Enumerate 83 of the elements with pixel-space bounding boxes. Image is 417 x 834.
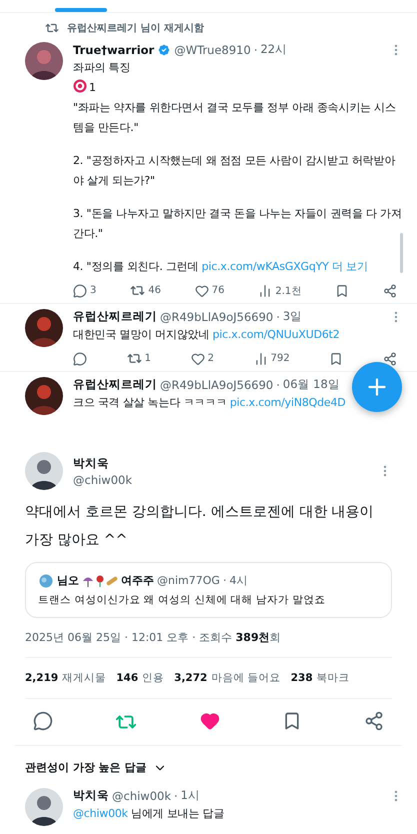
share-button[interactable] [382,352,397,366]
post-time: 22시 [260,42,288,57]
reply-button[interactable]: 3 [73,284,96,298]
like-count: 2 [208,353,214,364]
share-button[interactable] [364,711,384,733]
post-text: 4. "정의를 외친다. 그런데 pic.x.com/wKAsGXGqYY 더 보기 [73,260,368,273]
scrollbar[interactable] [400,233,403,273]
share-button[interactable] [382,284,397,298]
post-time: 3일 [282,309,302,324]
avatar[interactable] [25,377,63,415]
repost-icon [130,283,146,298]
like-count: 76 [212,285,225,296]
engagement-stat[interactable]: 146 인용 [116,671,164,685]
author-name: 님오 [57,573,79,588]
bookmark-button[interactable] [329,352,344,366]
bar-chart-icon [258,284,272,298]
post-text: 3. "돈을 나누자고 말하지만 결국 돈을 나누는 자들이 권력을 다 가져간다." [73,207,402,240]
author-name[interactable]: 유럽산찌르레기 [73,309,157,324]
quoted-post[interactable]: 님오 여주주 @nim77OG · 4시 트랜스 여성이신가요 왜 여성의 신체에 대해 남자가 말얹죠 [25,562,392,618]
post-text: "좌파는 약자를 위한다면서 결국 모두를 정부 아래 종속시키는 시스템을 만든다." [73,101,396,134]
view-count: 2.1천 [275,284,302,298]
post-text: 2. "공정하자고 시작했는데 왜 점점 모든 사람이 감시받고 허락받아야 살게 되는가?" [73,154,396,187]
author-handle: @chiw00k [112,788,172,802]
post-text: 좌파의 특징 [73,61,130,74]
bar-chart-icon [254,352,268,366]
author-handle: @chiw00k [73,472,134,486]
emoji-icons [82,574,118,588]
heart-icon [190,352,205,366]
engagement-stat[interactable]: 2,219 재게시물 [25,671,106,685]
quoted-text: 트랜스 여성이신가요 왜 여성의 신체에 대해 남자가 말얹죠 [38,593,326,607]
views-button[interactable]: 792 [254,352,290,366]
repost-count: 46 [148,285,161,296]
reply-count: 3 [90,285,96,296]
reply-button[interactable] [33,711,53,733]
avatar[interactable] [25,452,63,490]
author-handle: @R49bLlA9oJ56690 [160,310,274,324]
speech-bubble-icon [73,352,87,366]
author-name[interactable]: 박치욱 [73,456,368,470]
bookmark-button[interactable] [335,284,350,298]
author-handle: @WTrue8910 [174,42,251,56]
avatar[interactable] [25,42,63,80]
speech-bubble-icon [73,284,87,298]
heart-icon [194,284,209,298]
repost-count: 1 [144,353,151,364]
author-handle: @R49bLlA9oJ56690 [160,378,274,392]
post-time: 4시 [229,573,248,588]
author-name[interactable]: 박치욱 [73,788,109,803]
separator-dot: · [222,574,226,587]
like-button[interactable]: 76 [194,284,225,298]
author-name[interactable]: True†warrior [73,42,154,56]
post-meta: 2025년 06월 25일 · 12:01 오후 · 조회수 389천회 [25,631,281,644]
repost-icon [126,351,142,366]
avatar[interactable] [25,788,63,826]
tab-indicator [55,8,107,12]
repost-button[interactable]: 1 [126,351,151,366]
repost-icon [45,21,59,35]
separator-dot: · [276,310,280,324]
separator-dot: · [174,788,178,802]
reply-context: @chiw00k 님에게 보내는 답글 [73,807,224,820]
avatar[interactable] [25,309,63,347]
views-button[interactable]: 2.1천 [258,284,302,298]
author-handle: @nim77OG [157,574,220,587]
post-text: 크으 국격 살살 녹는다 ㅋㅋㅋㅋ pic.x.com/yiN8Qde4D [73,396,346,409]
like-button[interactable]: 2 [190,352,214,366]
engagement-stat[interactable]: 238 북마크 [290,671,350,685]
separator-dot: · [254,42,258,56]
repost-notice: 유럽산찌르레기 님이 재게시함 [67,22,204,35]
post-text: 약대에서 호르몬 강의합니다. 에스트로젠에 대한 내용이 가장 많아요 ^^ [25,503,375,550]
separator-dot: · [276,378,280,392]
reply-button[interactable] [73,352,87,366]
post-text: 대한민국 멸망이 머지않았네 pic.x.com/QNUuXUD6t2 [73,328,340,341]
target-icon [73,79,87,93]
post-time: 06월 18일 [282,377,340,392]
sort-dropdown[interactable]: 관련성이 가장 높은 답글 [0,746,192,783]
compose-button[interactable] [352,362,402,412]
engagement-stat[interactable]: 3,272 마음에 들어요 [174,671,281,685]
repost-button[interactable]: 46 [130,283,161,298]
view-count: 792 [270,353,290,364]
post-time: 1시 [180,788,200,803]
avatar [38,574,54,588]
author-name: 여주주 [121,573,154,588]
post-text: 1 [89,81,96,94]
author-name[interactable]: 유럽산찌르레기 [73,377,157,392]
